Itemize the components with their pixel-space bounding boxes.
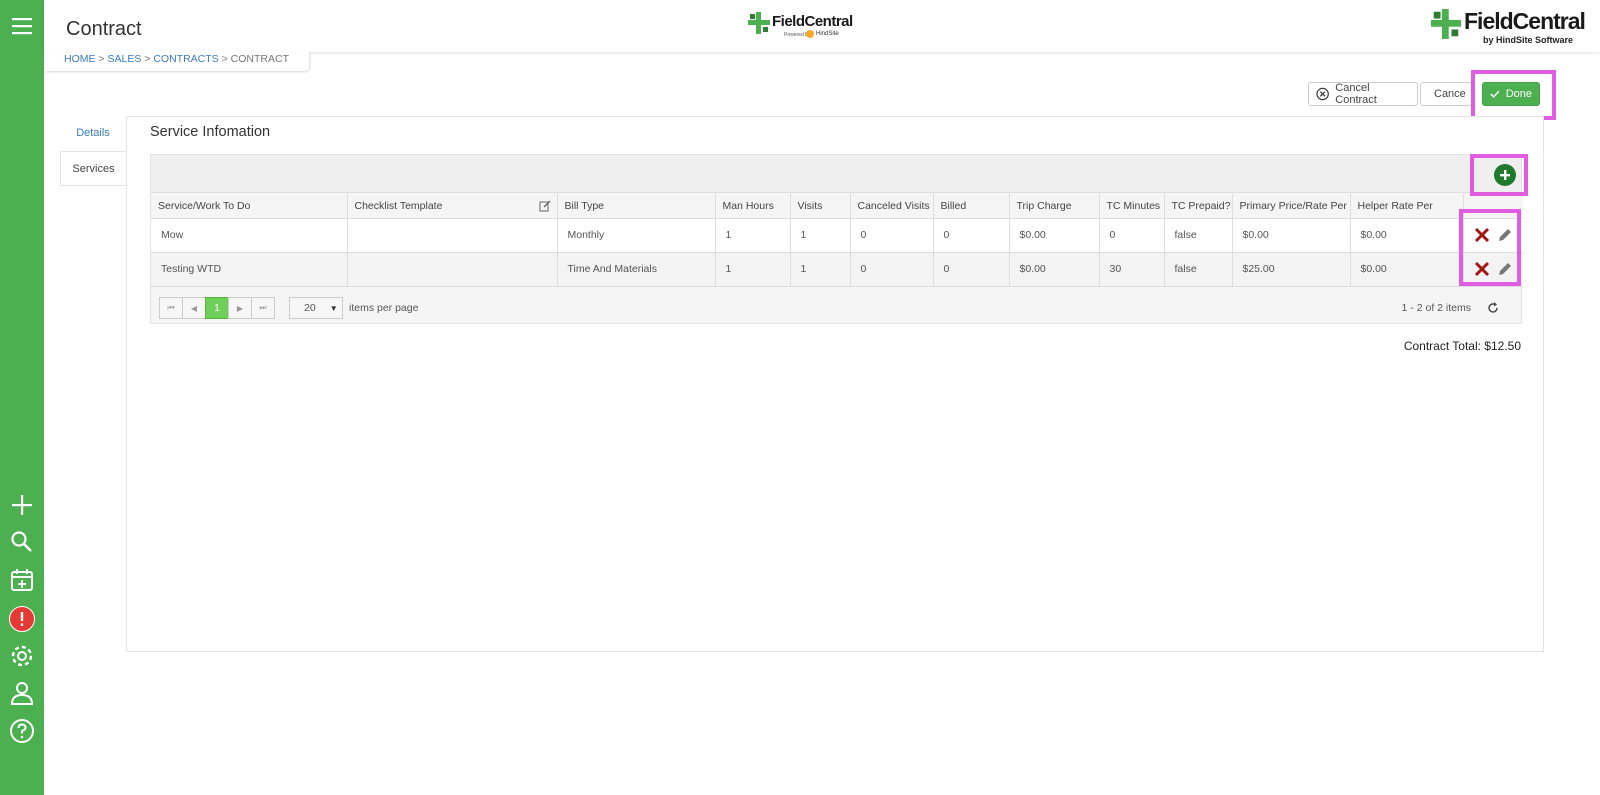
cell-bill-type: Monthly xyxy=(557,218,716,253)
cell-helper-rate: $0.00 xyxy=(1350,218,1464,253)
fieldcentral-logo-right: FieldCentral by HindSite Software xyxy=(1431,7,1586,45)
tab-strip: Details Services xyxy=(60,116,126,186)
contract-total: Contract Total: $12.50 xyxy=(1403,339,1521,353)
col-bill-type[interactable]: Bill Type xyxy=(557,194,716,219)
fieldcentral-wordmark: FieldCentral xyxy=(772,13,853,30)
col-primary-price[interactable]: Primary Price/Rate Per xyxy=(1232,194,1351,219)
alert-icon[interactable] xyxy=(7,604,37,634)
highlight-row-actions xyxy=(1459,209,1521,286)
sidebar xyxy=(0,0,44,795)
items-per-page-label: items per page xyxy=(349,302,419,314)
cell-service: Testing WTD xyxy=(151,252,348,287)
cell-tc-prepaid: false xyxy=(1164,252,1233,287)
cell-bill-type: Time And Materials xyxy=(557,252,716,287)
section-title: Service Infomation xyxy=(150,124,271,140)
menu-icon[interactable] xyxy=(7,11,37,41)
cell-visits: 1 xyxy=(790,252,851,287)
cell-tc-prepaid: false xyxy=(1164,218,1233,253)
fieldcentral-wordmark-large: FieldCentral xyxy=(1464,8,1586,34)
cell-checklist-template xyxy=(347,218,558,253)
table-header-row: Service/Work To Do Checklist Template Bi… xyxy=(151,194,1523,219)
breadcrumb-home[interactable]: HOME xyxy=(64,53,96,65)
col-canceled-visits[interactable]: Canceled Visits xyxy=(850,194,934,219)
byline: by HindSite Software xyxy=(1483,35,1574,45)
page-size-value: 20 xyxy=(304,302,316,314)
col-helper-rate[interactable]: Helper Rate Per xyxy=(1350,194,1464,219)
cell-man-hours: 1 xyxy=(715,218,791,253)
breadcrumb-sales[interactable]: SALES xyxy=(107,53,141,65)
cell-checklist-template xyxy=(347,252,558,287)
chevron-down-icon: ▼ xyxy=(329,303,338,313)
breadcrumb-current: CONTRACT xyxy=(230,53,289,65)
prev-page-button[interactable]: ◀ xyxy=(182,297,206,319)
cancel-contract-label: Cancel Contract xyxy=(1335,82,1377,106)
cell-man-hours: 1 xyxy=(715,252,791,287)
circle-x-icon xyxy=(1316,87,1329,101)
plus-icon[interactable] xyxy=(7,490,37,520)
breadcrumb-separator: > xyxy=(98,53,105,65)
help-icon[interactable] xyxy=(7,716,37,746)
gear-icon[interactable] xyxy=(7,641,37,671)
col-tc-prepaid[interactable]: TC Prepaid? xyxy=(1164,194,1233,219)
col-service[interactable]: Service/Work To Do xyxy=(151,194,348,219)
cell-service: Mow xyxy=(151,218,348,253)
edit-icon[interactable] xyxy=(539,200,551,212)
page-title: Contract xyxy=(66,18,142,40)
fieldcentral-logo-center: FieldCentral Powered By HindSite xyxy=(748,10,858,42)
table-row[interactable]: Testing WTD Time And Materials 1 1 0 0 $… xyxy=(151,252,1523,287)
hindsite-wordmark: HindSite xyxy=(816,31,839,37)
cell-trip-charge: $0.00 xyxy=(1009,218,1100,253)
col-checklist-template-label: Checklist Template xyxy=(354,199,443,212)
hindsite-logo-icon xyxy=(806,30,814,38)
refresh-icon[interactable] xyxy=(1487,302,1499,314)
cell-tc-minutes: 30 xyxy=(1099,252,1165,287)
cancel-button[interactable]: Cance xyxy=(1420,82,1472,106)
col-checklist-template[interactable]: Checklist Template xyxy=(347,194,558,219)
cell-visits: 1 xyxy=(790,218,851,253)
tab-services[interactable]: Services xyxy=(60,151,126,186)
calendar-add-icon[interactable] xyxy=(7,565,37,595)
col-tc-minutes[interactable]: TC Minutes xyxy=(1099,194,1165,219)
pager: ⏮ ◀ 1 ▶ ⏭ 20 ▼ items per page 1 - 2 of 2… xyxy=(151,288,1521,324)
col-trip-charge[interactable]: Trip Charge xyxy=(1009,194,1100,219)
cell-trip-charge: $0.00 xyxy=(1009,252,1100,287)
search-icon[interactable] xyxy=(7,527,37,557)
cell-primary-price: $0.00 xyxy=(1232,218,1351,253)
grid-toolbar xyxy=(151,155,1521,193)
cell-billed: 0 xyxy=(933,252,1010,287)
first-page-button[interactable]: ⏮ xyxy=(159,297,183,319)
cancel-contract-button[interactable]: Cancel Contract xyxy=(1308,82,1418,106)
current-page[interactable]: 1 xyxy=(205,297,229,319)
cancel-label: Cance xyxy=(1434,88,1466,100)
fieldcentral-logo-mark xyxy=(748,12,770,34)
page-size-select[interactable]: 20 ▼ xyxy=(289,297,343,319)
services-table: Service/Work To Do Checklist Template Bi… xyxy=(151,194,1523,287)
breadcrumb-contracts[interactable]: CONTRACTS xyxy=(153,53,218,65)
fieldcentral-logo-mark-large xyxy=(1431,9,1461,39)
cell-canceled-visits: 0 xyxy=(850,218,934,253)
next-page-button[interactable]: ▶ xyxy=(228,297,252,319)
col-visits[interactable]: Visits xyxy=(790,194,851,219)
user-icon[interactable] xyxy=(7,678,37,708)
cell-billed: 0 xyxy=(933,218,1010,253)
breadcrumb-separator: > xyxy=(144,53,151,65)
highlight-done xyxy=(1471,70,1556,120)
cell-helper-rate: $0.00 xyxy=(1350,252,1464,287)
col-man-hours[interactable]: Man Hours xyxy=(715,194,791,219)
last-page-button[interactable]: ⏭ xyxy=(251,297,275,319)
cell-tc-minutes: 0 xyxy=(1099,218,1165,253)
tab-details[interactable]: Details xyxy=(60,116,126,151)
cell-primary-price: $25.00 xyxy=(1232,252,1351,287)
services-grid: Service/Work To Do Checklist Template Bi… xyxy=(150,154,1523,324)
col-billed[interactable]: Billed xyxy=(933,194,1010,219)
table-row[interactable]: Mow Monthly 1 1 0 0 $0.00 0 false $0.00 … xyxy=(151,218,1523,253)
pager-summary: 1 - 2 of 2 items xyxy=(1401,302,1471,314)
highlight-add xyxy=(1470,154,1528,196)
breadcrumb: HOME > SALES > CONTRACTS > CONTRACT xyxy=(44,52,309,71)
cell-canceled-visits: 0 xyxy=(850,252,934,287)
breadcrumb-separator: > xyxy=(221,53,228,65)
